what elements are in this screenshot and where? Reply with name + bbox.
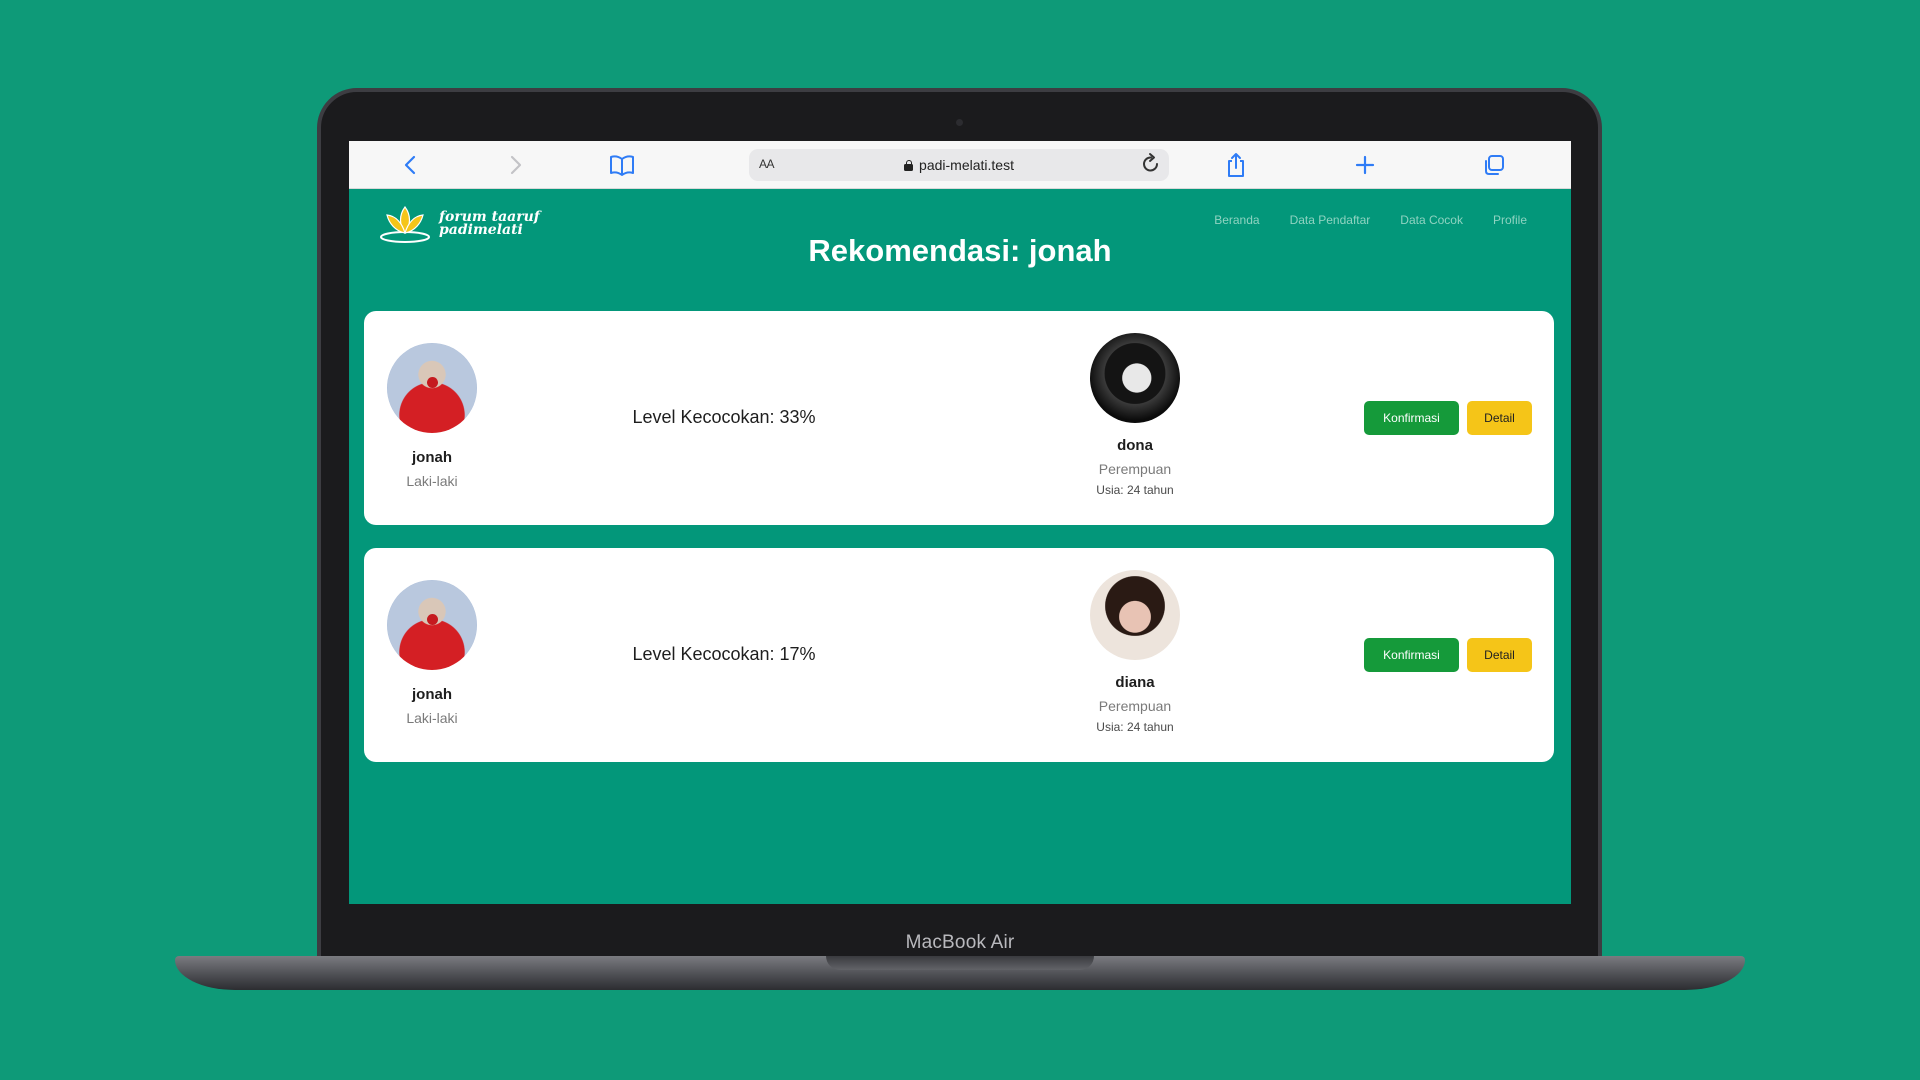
user-profile: jonah Laki-laki <box>367 580 497 726</box>
forward-icon[interactable] <box>502 151 530 179</box>
bookmarks-icon[interactable] <box>608 151 636 179</box>
recommendation-card: jonah Laki-laki Level Kecocokan: 17% dia… <box>364 548 1554 762</box>
user-gender: Laki-laki <box>406 710 458 726</box>
detail-button[interactable]: Detail <box>1467 638 1532 672</box>
avatar <box>1090 333 1180 423</box>
nav-data-pendaftar[interactable]: Data Pendaftar <box>1290 213 1371 227</box>
avatar <box>1090 570 1180 660</box>
detail-button[interactable]: Detail <box>1467 401 1532 435</box>
confirm-button[interactable]: Konfirmasi <box>1364 638 1459 672</box>
candidate-name: dona <box>1117 437 1153 454</box>
user-name: jonah <box>412 686 452 703</box>
laptop-notch <box>826 956 1094 970</box>
address-bar[interactable]: AA padi-melati.test <box>749 149 1169 181</box>
nav-data-cocok[interactable]: Data Cocok <box>1400 213 1463 227</box>
screen: AA padi-melati.test forum taaruf padimel… <box>349 141 1571 904</box>
user-profile: jonah Laki-laki <box>367 343 497 489</box>
user-gender: Laki-laki <box>406 473 458 489</box>
candidate-age: Usia: 24 tahun <box>1096 483 1174 497</box>
match-level: Level Kecocokan: 33% <box>632 407 816 427</box>
candidate-gender: Perempuan <box>1098 698 1172 714</box>
nav-beranda[interactable]: Beranda <box>1214 213 1259 227</box>
confirm-button[interactable]: Konfirmasi <box>1364 401 1459 435</box>
browser-toolbar: AA padi-melati.test <box>349 141 1571 189</box>
lock-icon <box>904 160 914 171</box>
candidate-profile: dona Perempuan Usia: 24 tahun <box>1070 333 1200 497</box>
candidate-age: Usia: 24 tahun <box>1096 720 1174 734</box>
back-icon[interactable] <box>396 151 424 179</box>
device-label: MacBook Air <box>905 932 1015 953</box>
recommendation-card: jonah Laki-laki Level Kecocokan: 33% don… <box>364 311 1554 525</box>
url-text: padi-melati.test <box>919 157 1014 173</box>
candidate-profile: diana Perempuan Usia: 24 tahun <box>1070 570 1200 734</box>
camera <box>956 119 963 126</box>
candidate-name: diana <box>1115 674 1155 691</box>
user-name: jonah <box>412 449 452 466</box>
tabs-icon[interactable] <box>1480 151 1508 179</box>
page-title: Rekomendasi: jonah <box>808 233 1112 268</box>
reload-icon[interactable] <box>1141 152 1161 180</box>
main-nav: Beranda Data Pendaftar Data Cocok Profil… <box>1214 213 1527 227</box>
candidate-gender: Perempuan <box>1098 461 1172 477</box>
new-tab-icon[interactable] <box>1351 151 1379 179</box>
nav-profile[interactable]: Profile <box>1493 213 1527 227</box>
match-level: Level Kecocokan: 17% <box>632 644 816 664</box>
share-icon[interactable] <box>1222 151 1250 179</box>
avatar <box>387 580 477 670</box>
avatar <box>387 343 477 433</box>
